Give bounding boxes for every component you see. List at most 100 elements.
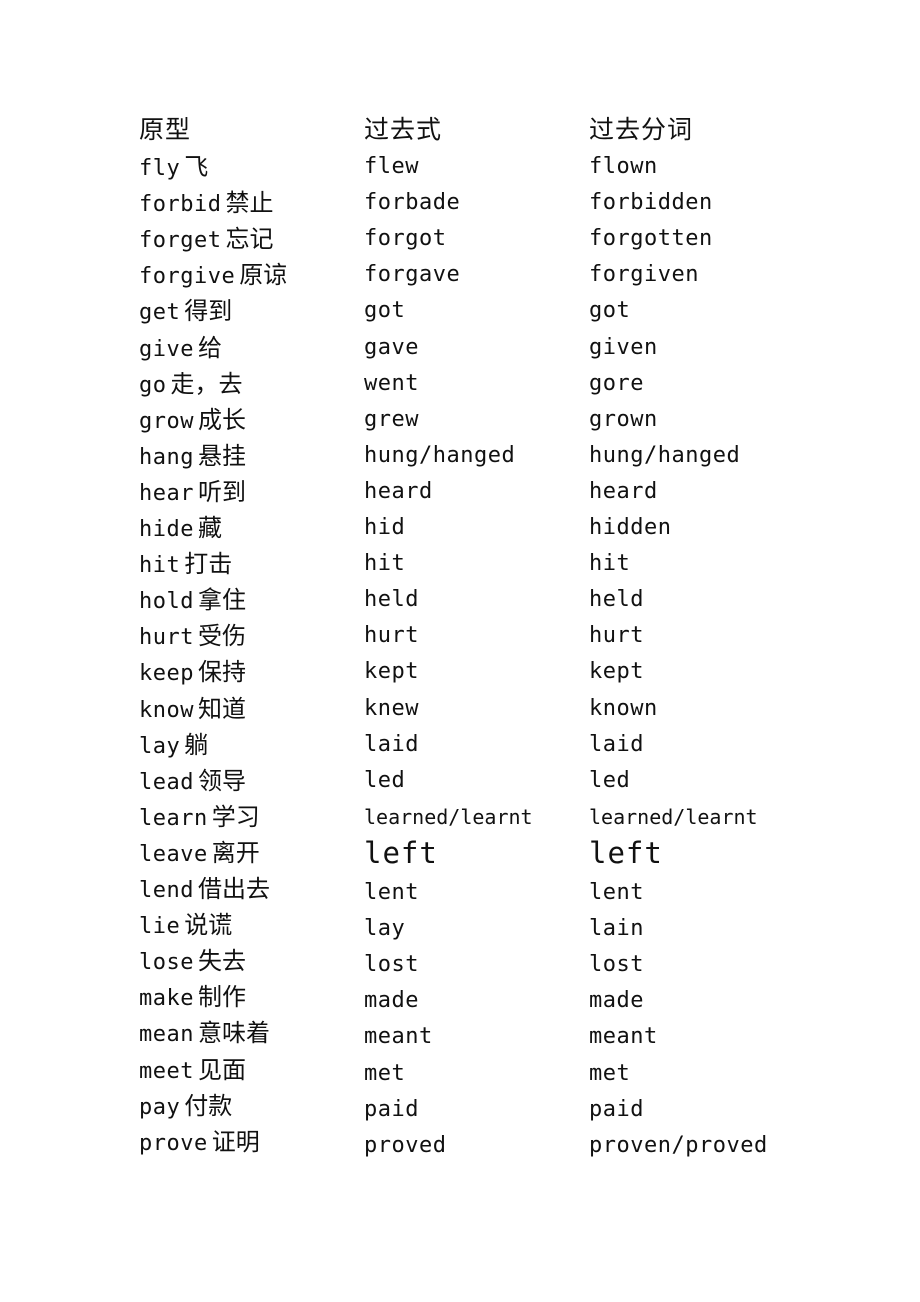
table-row: prove 证明 proved proven/proved xyxy=(0,1124,920,1160)
table-row: go 走，去 went gore xyxy=(0,366,920,402)
meaning-text: 离开 xyxy=(211,839,260,867)
past-participle-cell: made xyxy=(589,988,644,1013)
base-form-word: forget xyxy=(139,228,222,253)
base-form-word: forgive xyxy=(139,264,236,289)
base-form-word: hang xyxy=(139,445,194,470)
table-row: know 知道 knew known xyxy=(0,691,920,727)
meaning-text: 借出去 xyxy=(197,875,270,903)
header-past-participle: 过去分词 xyxy=(589,115,694,144)
table-row: learn 学习 learned/learnt learned/learnt xyxy=(0,799,920,835)
table-row: hear 听到 heard heard xyxy=(0,474,920,510)
past-tense-cell: lay xyxy=(364,916,406,941)
meaning-text: 学习 xyxy=(211,803,260,831)
table-row: grow 成长 grew grown xyxy=(0,402,920,438)
table-row: make 制作 made made xyxy=(0,979,920,1015)
table-row: hang 悬挂 hung/hanged hung/hanged xyxy=(0,438,920,474)
base-form-word: hurt xyxy=(139,625,194,650)
meaning-text: 忘记 xyxy=(225,225,274,253)
past-participle-cell: held xyxy=(589,587,644,612)
table-row: lead 领导 led led xyxy=(0,763,920,799)
meaning-text: 见面 xyxy=(197,1056,246,1084)
table-row: meet 见面 met met xyxy=(0,1052,920,1088)
past-participle-cell: left xyxy=(589,836,663,870)
meaning-text: 意味着 xyxy=(197,1019,270,1047)
past-participle-cell: known xyxy=(589,696,658,721)
base-form-cell: lay 躺 xyxy=(139,727,208,765)
table-row: leave 离开 left left xyxy=(0,835,920,871)
base-form-word: go xyxy=(139,373,167,398)
base-form-word: forbid xyxy=(139,192,222,217)
table-row: hold 拿住 held held xyxy=(0,582,920,618)
base-form-cell: hurt 受伤 xyxy=(139,618,246,656)
header-base-form: 原型 xyxy=(139,115,192,144)
base-form-word: leave xyxy=(139,842,208,867)
past-tense-cell: forgot xyxy=(364,226,447,251)
base-form-word: hit xyxy=(139,553,181,578)
past-tense-cell: met xyxy=(364,1061,406,1086)
past-participle-cell: gore xyxy=(589,371,644,396)
past-participle-cell: led xyxy=(589,768,631,793)
base-form-cell: hit 打击 xyxy=(139,546,232,584)
past-tense-cell: proved xyxy=(364,1133,447,1158)
past-tense-cell: left xyxy=(364,836,438,870)
meaning-text: 走，去 xyxy=(170,370,243,398)
base-form-cell: forbid 禁止 xyxy=(139,185,273,223)
meaning-text: 藏 xyxy=(197,514,222,542)
table-row: give 给 gave given xyxy=(0,330,920,366)
past-participle-cell: paid xyxy=(589,1097,644,1122)
past-tense-cell: knew xyxy=(364,696,419,721)
base-form-word: lie xyxy=(139,914,181,939)
base-form-word: lead xyxy=(139,770,194,795)
past-participle-cell: hit xyxy=(589,551,631,576)
past-tense-cell: hung/hanged xyxy=(364,443,516,468)
table-row: forbid 禁止 forbade forbidden xyxy=(0,185,920,221)
table-row: keep 保持 kept kept xyxy=(0,654,920,690)
table-row: fly 飞 flew flown xyxy=(0,149,920,185)
base-form-cell: forgive 原谅 xyxy=(139,257,287,295)
base-form-word: give xyxy=(139,337,194,362)
past-participle-cell: hurt xyxy=(589,623,644,648)
base-form-word: hide xyxy=(139,517,194,542)
meaning-text: 悬挂 xyxy=(197,442,246,470)
past-tense-cell: got xyxy=(364,298,406,323)
meaning-text: 付款 xyxy=(184,1092,233,1120)
past-tense-cell: kept xyxy=(364,659,419,684)
base-form-word: lose xyxy=(139,950,194,975)
past-participle-cell: given xyxy=(589,335,658,360)
past-participle-cell: lost xyxy=(589,952,644,977)
verb-table-page: 原型 过去式 过去分词 fly 飞 flew flown forbid 禁止 forbade… xyxy=(0,0,920,1302)
past-tense-cell: hid xyxy=(364,515,406,540)
meaning-text: 证明 xyxy=(211,1128,260,1156)
base-form-cell: lend 借出去 xyxy=(139,871,270,909)
table-row: forget 忘记 forgot forgotten xyxy=(0,221,920,257)
past-participle-cell: met xyxy=(589,1061,631,1086)
base-form-cell: fly 飞 xyxy=(139,149,208,187)
past-participle-cell: proven/proved xyxy=(589,1133,768,1158)
base-form-cell: meet 见面 xyxy=(139,1052,246,1090)
meaning-text: 听到 xyxy=(197,478,246,506)
base-form-word: grow xyxy=(139,409,194,434)
past-participle-cell: kept xyxy=(589,659,644,684)
meaning-text: 给 xyxy=(197,334,222,362)
past-participle-cell: grown xyxy=(589,407,658,432)
base-form-cell: grow 成长 xyxy=(139,402,246,440)
past-tense-cell: lent xyxy=(364,880,419,905)
past-participle-cell: got xyxy=(589,298,631,323)
base-form-word: meet xyxy=(139,1059,194,1084)
past-participle-cell: laid xyxy=(589,732,644,757)
base-form-word: pay xyxy=(139,1095,181,1120)
past-tense-cell: lost xyxy=(364,952,419,977)
base-form-word: hear xyxy=(139,481,194,506)
meaning-text: 说谎 xyxy=(184,911,233,939)
meaning-text: 禁止 xyxy=(225,189,274,217)
base-form-cell: mean 意味着 xyxy=(139,1015,270,1053)
past-participle-cell: forbidden xyxy=(589,190,713,215)
table-row: lend 借出去 lent lent xyxy=(0,871,920,907)
past-tense-cell: forbade xyxy=(364,190,461,215)
base-form-cell: prove 证明 xyxy=(139,1124,260,1162)
past-tense-cell: led xyxy=(364,768,406,793)
past-tense-cell: forgave xyxy=(364,262,461,287)
table-row: get 得到 got got xyxy=(0,293,920,329)
past-tense-cell: meant xyxy=(364,1024,433,1049)
base-form-word: get xyxy=(139,300,181,325)
